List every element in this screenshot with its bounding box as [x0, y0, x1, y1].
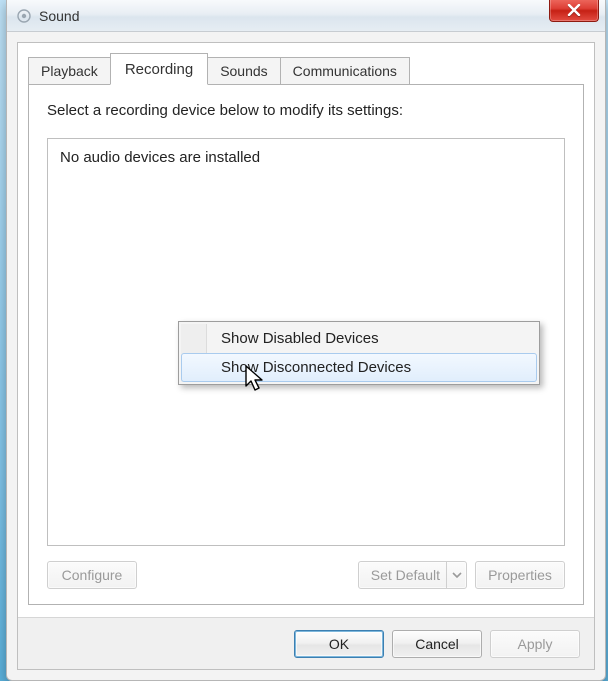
- close-button[interactable]: [549, 0, 599, 22]
- device-list-context-menu: Show Disabled Devices Show Disconnected …: [178, 321, 540, 385]
- tab-sounds[interactable]: Sounds: [207, 57, 280, 85]
- tab-page-button-row: Configure Set Default Properties: [47, 558, 565, 592]
- tab-label: Playback: [41, 63, 98, 79]
- configure-button[interactable]: Configure: [47, 561, 137, 589]
- properties-button[interactable]: Properties: [475, 561, 565, 589]
- button-label: Set Default: [371, 567, 440, 583]
- button-label: Configure: [62, 567, 123, 583]
- menu-item-label: Show Disabled Devices: [221, 330, 379, 347]
- apply-button[interactable]: Apply: [490, 630, 580, 658]
- tab-communications[interactable]: Communications: [280, 57, 410, 85]
- button-label: OK: [329, 636, 349, 652]
- tab-label: Sounds: [220, 63, 267, 79]
- close-icon: [567, 4, 581, 16]
- menu-item-show-disconnected[interactable]: Show Disconnected Devices: [181, 353, 537, 382]
- window-title: Sound: [39, 8, 79, 24]
- menu-item-label: Show Disconnected Devices: [221, 359, 411, 376]
- empty-list-message: No audio devices are installed: [60, 149, 260, 166]
- cancel-button[interactable]: Cancel: [392, 630, 482, 658]
- instruction-text: Select a recording device below to modif…: [47, 102, 565, 119]
- button-label: Properties: [488, 567, 552, 583]
- button-label: Cancel: [415, 636, 459, 652]
- tab-label: Communications: [293, 63, 397, 79]
- dialog-button-bar: OK Cancel Apply: [18, 617, 594, 669]
- tab-recording[interactable]: Recording: [110, 53, 208, 85]
- tab-label: Recording: [125, 61, 193, 78]
- tabstrip: Playback Recording Sounds Communications: [28, 53, 584, 85]
- menu-item-show-disabled[interactable]: Show Disabled Devices: [181, 324, 537, 353]
- ok-button[interactable]: OK: [294, 630, 384, 658]
- titlebar[interactable]: Sound: [7, 0, 605, 32]
- button-label: Apply: [517, 636, 552, 652]
- sound-app-icon: [15, 7, 33, 25]
- chevron-down-icon[interactable]: [446, 561, 466, 589]
- set-default-split-button[interactable]: Set Default: [358, 561, 467, 589]
- tab-playback[interactable]: Playback: [28, 57, 111, 85]
